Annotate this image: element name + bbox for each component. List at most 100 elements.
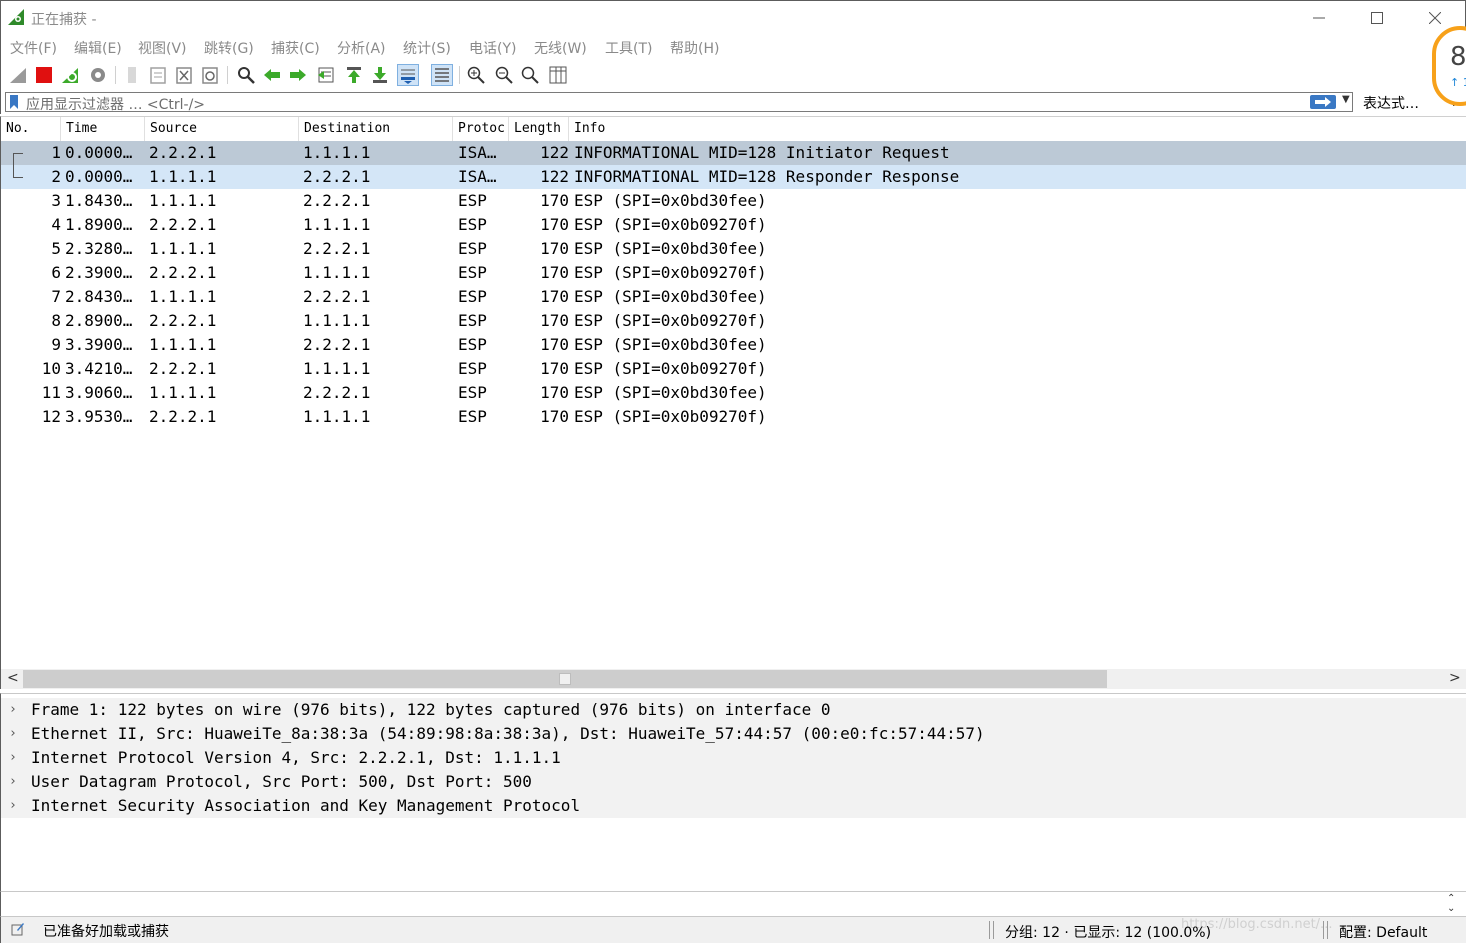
autoscroll-icon bbox=[401, 69, 415, 84]
packet-source: 2.2.2.1 bbox=[149, 407, 217, 426]
scroll-left-icon[interactable]: < bbox=[7, 670, 19, 686]
packet-source: 1.1.1.1 bbox=[149, 239, 217, 258]
menu-analyze[interactable]: 分析(A) bbox=[337, 38, 386, 58]
colorize-button[interactable] bbox=[431, 64, 453, 86]
detail-tree-item[interactable]: › Frame 1: 122 bytes on wire (976 bits), … bbox=[1, 698, 1466, 722]
packet-info: INFORMATIONAL MID=128 Initiator Request bbox=[574, 143, 950, 162]
packet-info: ESP (SPI=0x0bd30fee) bbox=[574, 191, 767, 210]
restart-capture-button[interactable] bbox=[59, 64, 81, 86]
column-header-destination[interactable]: Destination bbox=[299, 117, 453, 141]
packet-protocol: ESP bbox=[458, 263, 487, 282]
table-row[interactable]: 5 2.3280… 1.1.1.1 2.2.2.1 ESP 170 ESP (SPI=0x0… bbox=[1, 237, 1466, 261]
menu-statistics[interactable]: 统计(S) bbox=[403, 38, 451, 58]
stop-capture-button[interactable] bbox=[33, 64, 55, 86]
display-filter-input[interactable]: 应用显示过滤器 … <Ctrl-/> ▼ bbox=[5, 92, 1353, 113]
packet-length: 170 bbox=[540, 215, 569, 234]
menu-capture[interactable]: 捕获(C) bbox=[271, 38, 320, 58]
find-packet-button[interactable] bbox=[235, 64, 257, 86]
packet-destination: 1.1.1.1 bbox=[303, 263, 371, 282]
expression-button[interactable]: 表达式… bbox=[1363, 93, 1419, 113]
column-header-info[interactable]: Info bbox=[569, 117, 1466, 141]
packet-time: 3.9530… bbox=[65, 407, 133, 426]
start-capture-button[interactable] bbox=[7, 64, 29, 86]
vertical-scroll-icon[interactable]: ⌃ ⌄ bbox=[1447, 894, 1455, 914]
maximize-button[interactable] bbox=[1357, 5, 1397, 31]
packet-list-hscrollbar[interactable]: < > bbox=[0, 669, 1466, 689]
chevron-right-icon[interactable]: › bbox=[9, 794, 17, 818]
resize-columns-button[interactable] bbox=[547, 64, 569, 86]
chevron-right-icon[interactable]: › bbox=[9, 746, 17, 770]
packet-bytes: ⌃ ⌄ bbox=[0, 891, 1466, 916]
minimize-icon bbox=[1313, 17, 1325, 19]
column-header-time[interactable]: Time bbox=[61, 117, 145, 141]
go-to-packet-button[interactable] bbox=[315, 64, 337, 86]
last-packet-button[interactable] bbox=[369, 64, 391, 86]
close-file-button[interactable] bbox=[173, 64, 195, 86]
window-title: 正在捕获 - bbox=[31, 12, 97, 28]
table-row[interactable]: 7 2.8430… 1.1.1.1 2.2.2.1 ESP 170 ESP (SPI=0x0… bbox=[1, 285, 1466, 309]
chevron-right-icon[interactable]: › bbox=[9, 770, 17, 794]
packet-destination: 1.1.1.1 bbox=[303, 143, 371, 162]
detail-tree-item[interactable]: › Ethernet II, Src: HuaweiTe_8a:38:3a (54… bbox=[1, 722, 1466, 746]
detail-tree-item[interactable]: › User Datagram Protocol, Src Port: 500, … bbox=[1, 770, 1466, 794]
zoom-in-button[interactable] bbox=[465, 64, 487, 86]
open-file-button[interactable] bbox=[121, 64, 143, 86]
table-row[interactable]: 6 2.3900… 2.2.2.1 1.1.1.1 ESP 170 ESP (SPI=0x0… bbox=[1, 261, 1466, 285]
menu-telephony[interactable]: 电话(Y) bbox=[469, 38, 516, 58]
table-row[interactable]: 1 0.0000… 2.2.2.1 1.1.1.1 ISA… 122 INFORMATION… bbox=[1, 141, 1466, 165]
detail-tree-item[interactable]: › Internet Protocol Version 4, Src: 2.2.2… bbox=[1, 746, 1466, 770]
bookmark-icon[interactable] bbox=[8, 95, 20, 109]
packet-info: ESP (SPI=0x0bd30fee) bbox=[574, 239, 767, 258]
detail-text: Internet Protocol Version 4, Src: 2.2.2.… bbox=[31, 748, 561, 767]
chevron-down-icon[interactable]: ▼ bbox=[1342, 94, 1350, 105]
packet-no: 6 bbox=[51, 263, 61, 282]
column-header-length[interactable]: Length bbox=[509, 117, 569, 141]
menu-go[interactable]: 跳转(G) bbox=[204, 38, 254, 58]
column-header-no[interactable]: No. bbox=[1, 117, 61, 141]
table-row[interactable]: 12 3.9530… 2.2.2.1 1.1.1.1 ESP 170 ESP (SPI=0x… bbox=[1, 405, 1466, 429]
apply-filter-button[interactable] bbox=[1310, 95, 1336, 109]
packet-no: 10 bbox=[41, 359, 61, 378]
minimize-button[interactable] bbox=[1299, 5, 1339, 31]
zoom-normal-button[interactable] bbox=[519, 64, 541, 86]
column-header-source[interactable]: Source bbox=[145, 117, 299, 141]
packet-info: ESP (SPI=0x0b09270f) bbox=[574, 407, 767, 426]
autoscroll-button[interactable] bbox=[397, 64, 419, 86]
first-packet-button[interactable] bbox=[343, 64, 365, 86]
menu-help[interactable]: 帮助(H) bbox=[670, 38, 719, 58]
capture-options-button[interactable] bbox=[87, 64, 109, 86]
reload-button[interactable] bbox=[199, 64, 221, 86]
table-row[interactable]: 10 3.4210… 2.2.2.1 1.1.1.1 ESP 170 ESP (SPI=0x… bbox=[1, 357, 1466, 381]
menu-tools[interactable]: 工具(T) bbox=[605, 38, 652, 58]
save-file-button[interactable] bbox=[147, 64, 169, 86]
menu-edit[interactable]: 编辑(E) bbox=[74, 38, 122, 58]
table-row[interactable]: 11 3.9060… 1.1.1.1 2.2.2.1 ESP 170 ESP (SPI=0x… bbox=[1, 381, 1466, 405]
chevron-right-icon[interactable]: › bbox=[9, 722, 17, 746]
chevron-right-icon[interactable]: › bbox=[9, 698, 17, 722]
table-row[interactable]: 8 2.8900… 2.2.2.1 1.1.1.1 ESP 170 ESP (SPI=0x0… bbox=[1, 309, 1466, 333]
packet-length: 170 bbox=[540, 239, 569, 258]
menu-view[interactable]: 视图(V) bbox=[138, 38, 187, 58]
related-packet-line bbox=[13, 177, 23, 178]
packet-destination: 2.2.2.1 bbox=[303, 239, 371, 258]
update-badge[interactable]: 8 ↑ 1 bbox=[1432, 26, 1466, 106]
update-count: 8 bbox=[1450, 42, 1466, 72]
go-forward-button[interactable] bbox=[287, 64, 309, 86]
scroll-right-icon[interactable]: > bbox=[1449, 670, 1461, 686]
edit-comment-icon[interactable] bbox=[11, 922, 25, 936]
detail-tree-item[interactable]: › Internet Security Association and Key M… bbox=[1, 794, 1466, 818]
zoom-out-button[interactable] bbox=[493, 64, 515, 86]
table-row[interactable]: 4 1.8900… 2.2.2.1 1.1.1.1 ESP 170 ESP (SPI=0x0… bbox=[1, 213, 1466, 237]
column-header-protocol[interactable]: Protoc bbox=[453, 117, 509, 141]
packet-info: ESP (SPI=0x0bd30fee) bbox=[574, 335, 767, 354]
table-row[interactable]: 2 0.0000… 1.1.1.1 2.2.2.1 ISA… 122 INFORMATION… bbox=[1, 165, 1466, 189]
go-back-button[interactable] bbox=[261, 64, 283, 86]
table-row[interactable]: 3 1.8430… 1.1.1.1 2.2.2.1 ESP 170 ESP (SPI=0x0… bbox=[1, 189, 1466, 213]
packet-length: 170 bbox=[540, 263, 569, 282]
packet-time: 3.4210… bbox=[65, 359, 133, 378]
profile-label[interactable]: 配置: Default bbox=[1339, 922, 1427, 942]
packet-time: 1.8900… bbox=[65, 215, 133, 234]
menu-file[interactable]: 文件(F) bbox=[10, 38, 57, 58]
table-row[interactable]: 9 3.3900… 1.1.1.1 2.2.2.1 ESP 170 ESP (SPI=0x0… bbox=[1, 333, 1466, 357]
menu-wireless[interactable]: 无线(W) bbox=[534, 38, 587, 58]
